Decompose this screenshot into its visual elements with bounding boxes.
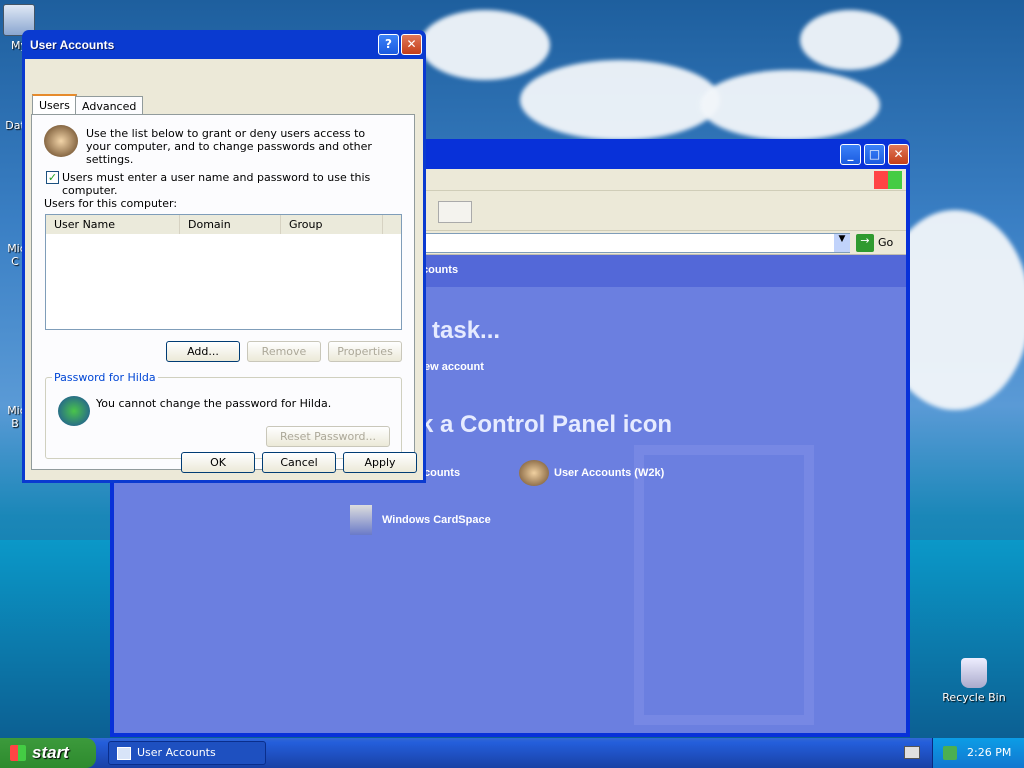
column-header-label: Group <box>289 218 323 231</box>
users-tab-panel: Use the list below to grant or deny user… <box>31 114 415 470</box>
column-header-domain[interactable]: Domain <box>180 215 281 234</box>
require-password-label[interactable]: Users must enter a user name and passwor… <box>62 171 414 197</box>
button-label: OK <box>210 456 226 469</box>
tab-label: Advanced <box>82 100 137 113</box>
column-header-user-name[interactable]: User Name <box>46 215 180 234</box>
button-label: Properties <box>337 345 393 358</box>
add-button[interactable]: Add... <box>166 341 240 362</box>
system-tray: 2:26 PM <box>932 738 1024 768</box>
minimize-button[interactable]: _ <box>840 144 861 165</box>
column-header-filler <box>383 215 401 234</box>
cp-header-text: counts <box>422 264 459 276</box>
network-icon[interactable] <box>943 746 957 760</box>
watermark-icon <box>634 445 814 725</box>
password-group-title: Password for Hilda <box>52 371 158 384</box>
button-label: Reset Password... <box>279 430 377 443</box>
views-icon[interactable] <box>438 201 472 223</box>
user-accounts-w2k-item[interactable]: User Accounts (W2k) <box>554 467 664 479</box>
start-label: start <box>32 743 69 762</box>
desktop-icon-recycle-bin[interactable]: Recycle Bin <box>939 658 1009 704</box>
user-accounts-dialog: User Accounts ? ✕ Users Advanced Use the… <box>22 30 426 483</box>
chevron-down-icon[interactable]: ▼ <box>834 234 850 252</box>
button-label: Remove <box>261 345 307 358</box>
maximize-button[interactable]: □ <box>864 144 885 165</box>
dialog-titlebar: User Accounts ? ✕ <box>25 30 423 59</box>
go-arrow-icon[interactable]: → <box>856 234 874 252</box>
reset-password-button[interactable]: Reset Password... <box>266 426 390 447</box>
button-label: Apply <box>364 456 396 469</box>
users-label: Users for this computer: <box>44 197 178 210</box>
windows-logo-icon <box>874 171 902 189</box>
users-list[interactable]: User Name Domain Group <box>45 214 402 330</box>
keyboard-icon[interactable] <box>904 746 920 759</box>
window-icon <box>117 747 131 760</box>
tab-advanced[interactable]: Advanced <box>75 96 144 116</box>
recycle-bin-icon <box>961 658 987 688</box>
cloud <box>520 60 720 140</box>
column-header-label: Domain <box>188 218 231 231</box>
cloud <box>420 10 550 80</box>
column-header-group[interactable]: Group <box>281 215 383 234</box>
dialog-body: Users Advanced Use the list below to gra… <box>25 59 423 480</box>
taskbar-item-label: User Accounts <box>137 746 216 759</box>
dialog-title: User Accounts <box>30 38 115 52</box>
user-globe-icon <box>58 396 90 426</box>
close-button[interactable]: ✕ <box>888 144 909 165</box>
cardspace-icon <box>350 505 372 535</box>
go-label[interactable]: Go <box>878 236 893 249</box>
cancel-button[interactable]: Cancel <box>262 452 336 473</box>
button-label: Add... <box>187 345 219 358</box>
ok-button[interactable]: OK <box>181 452 255 473</box>
clock: 2:26 PM <box>967 746 1012 759</box>
intro-text: Use the list below to grant or deny user… <box>86 127 372 166</box>
taskbar: start User Accounts 2:26 PM <box>0 738 1024 768</box>
desktop: My Dat Micro C Micro B Recycle Bin _ □ ✕… <box>0 0 1024 738</box>
user-accounts-w2k-icon <box>519 460 549 486</box>
pick-icon-heading: k a Control Panel icon <box>420 411 673 438</box>
create-account-link[interactable]: ew account <box>424 361 484 373</box>
cardspace-item[interactable]: Windows CardSpace <box>382 514 491 526</box>
help-button[interactable]: ? <box>378 34 399 55</box>
require-password-checkbox[interactable]: ✓ <box>46 171 59 184</box>
tab-label: Users <box>39 99 70 112</box>
start-button[interactable]: start <box>0 738 96 768</box>
button-label: Cancel <box>280 456 318 469</box>
windows-logo-icon <box>10 745 26 761</box>
cloud <box>700 70 880 140</box>
users-keys-icon <box>44 125 78 157</box>
remove-button[interactable]: Remove <box>247 341 321 362</box>
taskbar-item-user-accounts[interactable]: User Accounts <box>108 741 266 765</box>
password-groupbox: Password for Hilda You cannot change the… <box>45 371 402 459</box>
close-button[interactable]: ✕ <box>401 34 422 55</box>
desktop-icon-label: Recycle Bin <box>942 691 1006 704</box>
apply-button[interactable]: Apply <box>343 452 417 473</box>
properties-button[interactable]: Properties <box>328 341 402 362</box>
pick-task-heading: task... <box>432 317 501 344</box>
cloud <box>800 10 900 70</box>
user-accounts-item[interactable]: counts <box>424 467 460 479</box>
password-text: You cannot change the password for Hilda… <box>96 397 332 410</box>
column-header-label: User Name <box>54 218 116 231</box>
tab-users[interactable]: Users <box>32 94 77 116</box>
